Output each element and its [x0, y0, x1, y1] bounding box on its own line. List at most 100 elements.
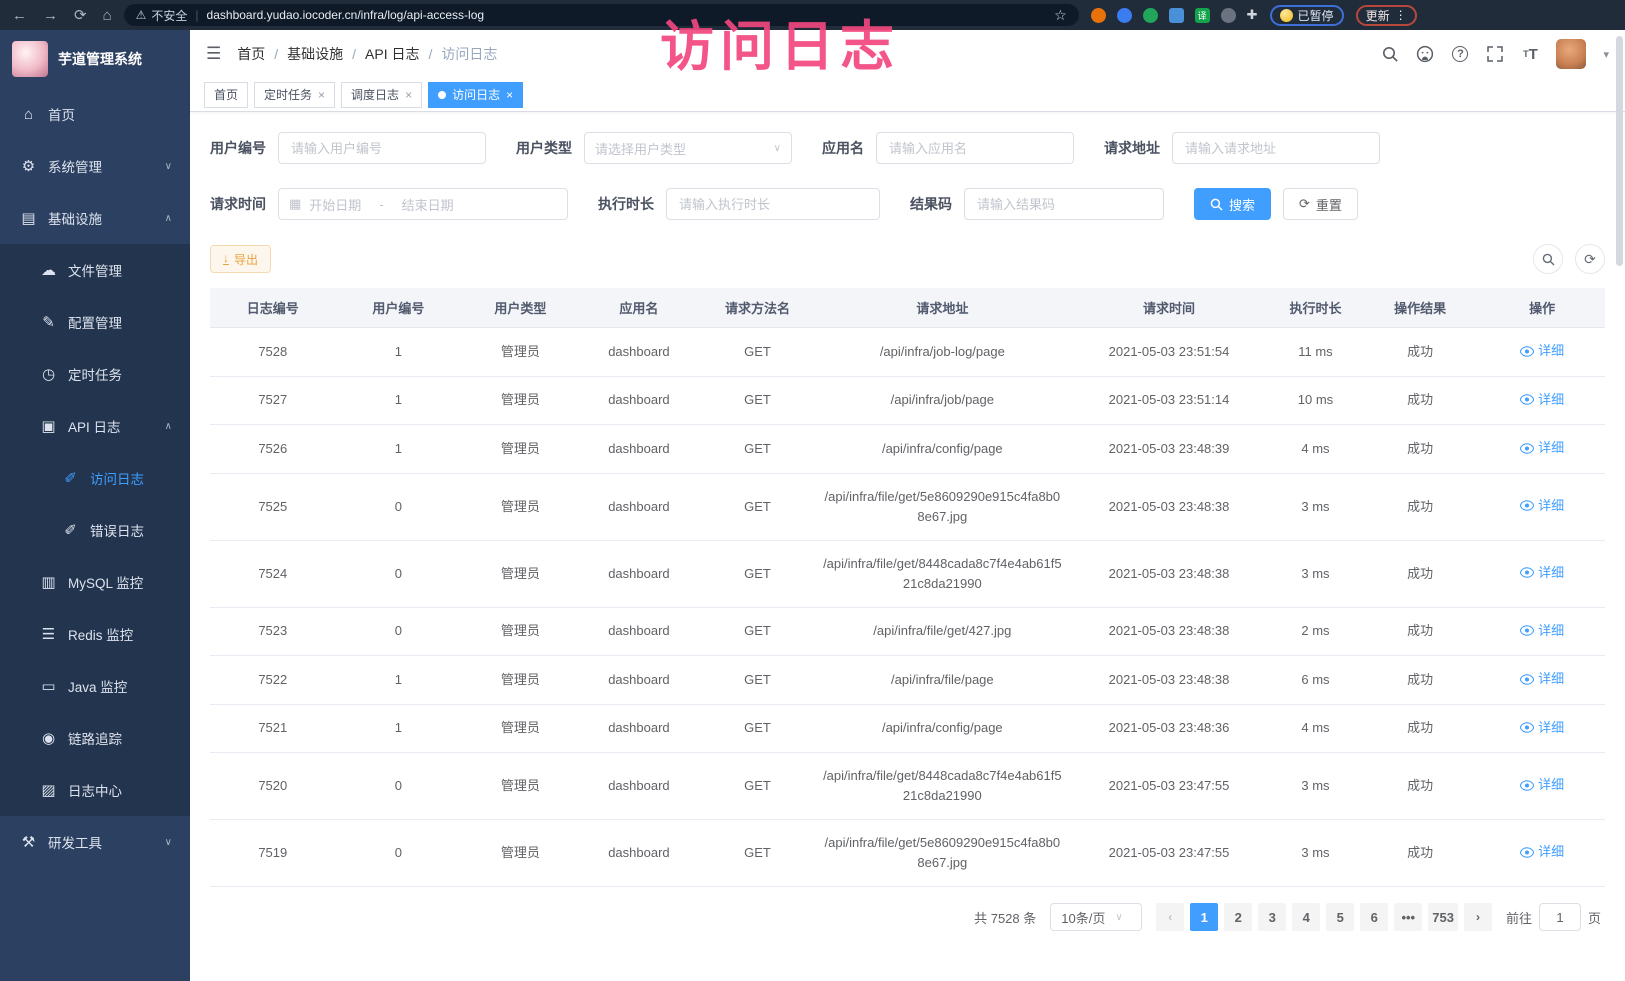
github-icon[interactable]: [1416, 45, 1434, 63]
browser-refresh-icon[interactable]: ⟳: [74, 8, 87, 23]
sidebar-item-trace[interactable]: ◉链路追踪: [0, 712, 190, 764]
page-button-3[interactable]: 3: [1258, 903, 1286, 931]
app-name-input[interactable]: [876, 132, 1074, 164]
sidebar-item-label: 定时任务: [68, 364, 122, 384]
hamburger-icon[interactable]: ☰: [206, 44, 221, 64]
detail-link[interactable]: 详细: [1520, 669, 1564, 689]
browser-update-button[interactable]: 更新 ⋮: [1356, 5, 1417, 26]
search-icon[interactable]: [1381, 45, 1399, 63]
sidebar-item-mysql-monitor[interactable]: ▥MySQL 监控: [0, 556, 190, 608]
refresh-table-button[interactable]: ⟳: [1575, 244, 1605, 274]
sidebar-item-log-center[interactable]: ▨日志中心: [0, 764, 190, 816]
detail-link[interactable]: 详细: [1520, 563, 1564, 583]
address-bar[interactable]: ⚠ 不安全 | dashboard.yudao.iocoder.cn/infra…: [124, 4, 1079, 26]
font-size-icon[interactable]: TT: [1521, 45, 1539, 63]
detail-link[interactable]: 详细: [1520, 718, 1564, 738]
browser-home-icon[interactable]: ⌂: [103, 8, 112, 23]
next-page-button[interactable]: ›: [1464, 903, 1492, 931]
user-id-label: 用户编号: [210, 138, 266, 158]
page-size-select[interactable]: 10条/页 ∨: [1050, 903, 1142, 931]
toggle-search-button[interactable]: [1533, 244, 1563, 274]
sidebar-item-scheduled-tasks[interactable]: ◷定时任务: [0, 348, 190, 400]
top-navbar: ☰ 首页 / 基础设施 / API 日志 / 访问日志 ?: [190, 30, 1625, 78]
export-button[interactable]: ↓ 导出: [210, 245, 271, 273]
tab-定时任务[interactable]: 定时任务×: [254, 82, 335, 108]
page-button-1[interactable]: 1: [1190, 903, 1218, 931]
reset-button[interactable]: ⟳ 重置: [1283, 188, 1358, 220]
page-ellipsis[interactable]: •••: [1394, 903, 1422, 931]
tab-调度日志[interactable]: 调度日志×: [341, 82, 422, 108]
breadcrumb-api-log[interactable]: API 日志: [365, 44, 419, 64]
sidebar-item-error-log[interactable]: ✐错误日志: [0, 504, 190, 556]
detail-link[interactable]: 详细: [1520, 775, 1564, 795]
cell-time: 2021-05-03 23:48:38: [1068, 473, 1270, 540]
request-url-input[interactable]: [1172, 132, 1380, 164]
page-button-6[interactable]: 6: [1360, 903, 1388, 931]
breadcrumb-infrastructure[interactable]: 基础设施: [287, 44, 343, 64]
sidebar-item-file-management[interactable]: ☁文件管理: [0, 244, 190, 296]
tab-首页[interactable]: 首页: [204, 82, 248, 108]
detail-link[interactable]: 详细: [1520, 842, 1564, 862]
bookmark-star-icon[interactable]: ☆: [1054, 7, 1067, 24]
app-logo-row: 芋道管理系统: [0, 30, 190, 88]
user-avatar[interactable]: [1556, 39, 1586, 69]
translate-extension-icon[interactable]: 译: [1195, 8, 1210, 23]
kebab-menu-icon[interactable]: ⋮: [1395, 8, 1407, 22]
cell-id: 7520: [210, 753, 336, 820]
sidebar-item-system-management[interactable]: ⚙系统管理∨: [0, 140, 190, 192]
extension-icon[interactable]: [1169, 8, 1184, 23]
cell-user_type: 管理员: [461, 607, 580, 656]
cell-time: 2021-05-03 23:47:55: [1068, 753, 1270, 820]
page-button-5[interactable]: 5: [1326, 903, 1354, 931]
user-id-input[interactable]: [278, 132, 486, 164]
security-warning[interactable]: ⚠ 不安全: [136, 7, 188, 24]
detail-link[interactable]: 详细: [1520, 438, 1564, 458]
prev-page-button[interactable]: ‹: [1156, 903, 1184, 931]
fullscreen-icon[interactable]: [1486, 45, 1504, 63]
extension-icon[interactable]: [1117, 8, 1132, 23]
close-icon[interactable]: ×: [405, 88, 412, 102]
paused-extension-badge[interactable]: 已暂停: [1270, 5, 1344, 26]
sidebar-item-dev-tools[interactable]: ⚒研发工具∨: [0, 816, 190, 868]
filter-row-2: 请求时间 ▦ 开始日期 - 结束日期 执行时长 结果码: [210, 188, 1605, 220]
page-button-2[interactable]: 2: [1224, 903, 1252, 931]
page-button-4[interactable]: 4: [1292, 903, 1320, 931]
chevron-down-icon[interactable]: ▾: [1603, 48, 1609, 61]
browser-forward-icon[interactable]: →: [43, 8, 58, 23]
duration-input[interactable]: [666, 188, 880, 220]
detail-link[interactable]: 详细: [1520, 341, 1564, 361]
sidebar-item-infrastructure[interactable]: ▤基础设施∧: [0, 192, 190, 244]
puzzle-extension-icon[interactable]: ✚: [1247, 7, 1258, 23]
result-code-input[interactable]: [964, 188, 1164, 220]
browser-back-icon[interactable]: ←: [12, 8, 27, 23]
window-scrollbar[interactable]: [1616, 36, 1623, 976]
page-button-753[interactable]: 753: [1428, 903, 1458, 931]
extension-icon[interactable]: [1091, 8, 1106, 23]
extension-icon[interactable]: [1143, 8, 1158, 23]
goto-page-input[interactable]: [1539, 903, 1581, 931]
detail-link[interactable]: 详细: [1520, 621, 1564, 641]
page-list: ‹123456•••753›: [1156, 903, 1492, 931]
detail-link[interactable]: 详细: [1520, 496, 1564, 516]
table-body: 75281管理员dashboardGET/api/infra/job-log/p…: [210, 328, 1605, 887]
column-header: 应用名: [580, 288, 699, 328]
scrollbar-thumb[interactable]: [1616, 36, 1623, 266]
request-time-range-picker[interactable]: ▦ 开始日期 - 结束日期: [278, 188, 568, 220]
sidebar-item-access-log[interactable]: ✐访问日志: [0, 452, 190, 504]
help-icon[interactable]: ?: [1451, 45, 1469, 63]
close-icon[interactable]: ×: [318, 88, 325, 102]
sidebar-item-redis-monitor[interactable]: ☰Redis 监控: [0, 608, 190, 660]
user-type-select[interactable]: 请选择用户类型 ∨: [584, 132, 792, 164]
close-icon[interactable]: ×: [506, 88, 513, 102]
search-button[interactable]: 搜索: [1194, 188, 1271, 220]
breadcrumb-home[interactable]: 首页: [237, 44, 265, 64]
eye-icon: [1520, 443, 1534, 454]
extension-icon[interactable]: [1221, 8, 1236, 23]
detail-link[interactable]: 详细: [1520, 390, 1564, 410]
sidebar-item-home[interactable]: ⌂首页: [0, 88, 190, 140]
tab-访问日志[interactable]: 访问日志×: [428, 82, 523, 108]
sidebar-item-config-management[interactable]: ✎配置管理: [0, 296, 190, 348]
cell-duration: 3 ms: [1270, 473, 1361, 540]
sidebar-item-java-monitor[interactable]: ▭Java 监控: [0, 660, 190, 712]
sidebar-item-api-log[interactable]: ▣API 日志∧: [0, 400, 190, 452]
